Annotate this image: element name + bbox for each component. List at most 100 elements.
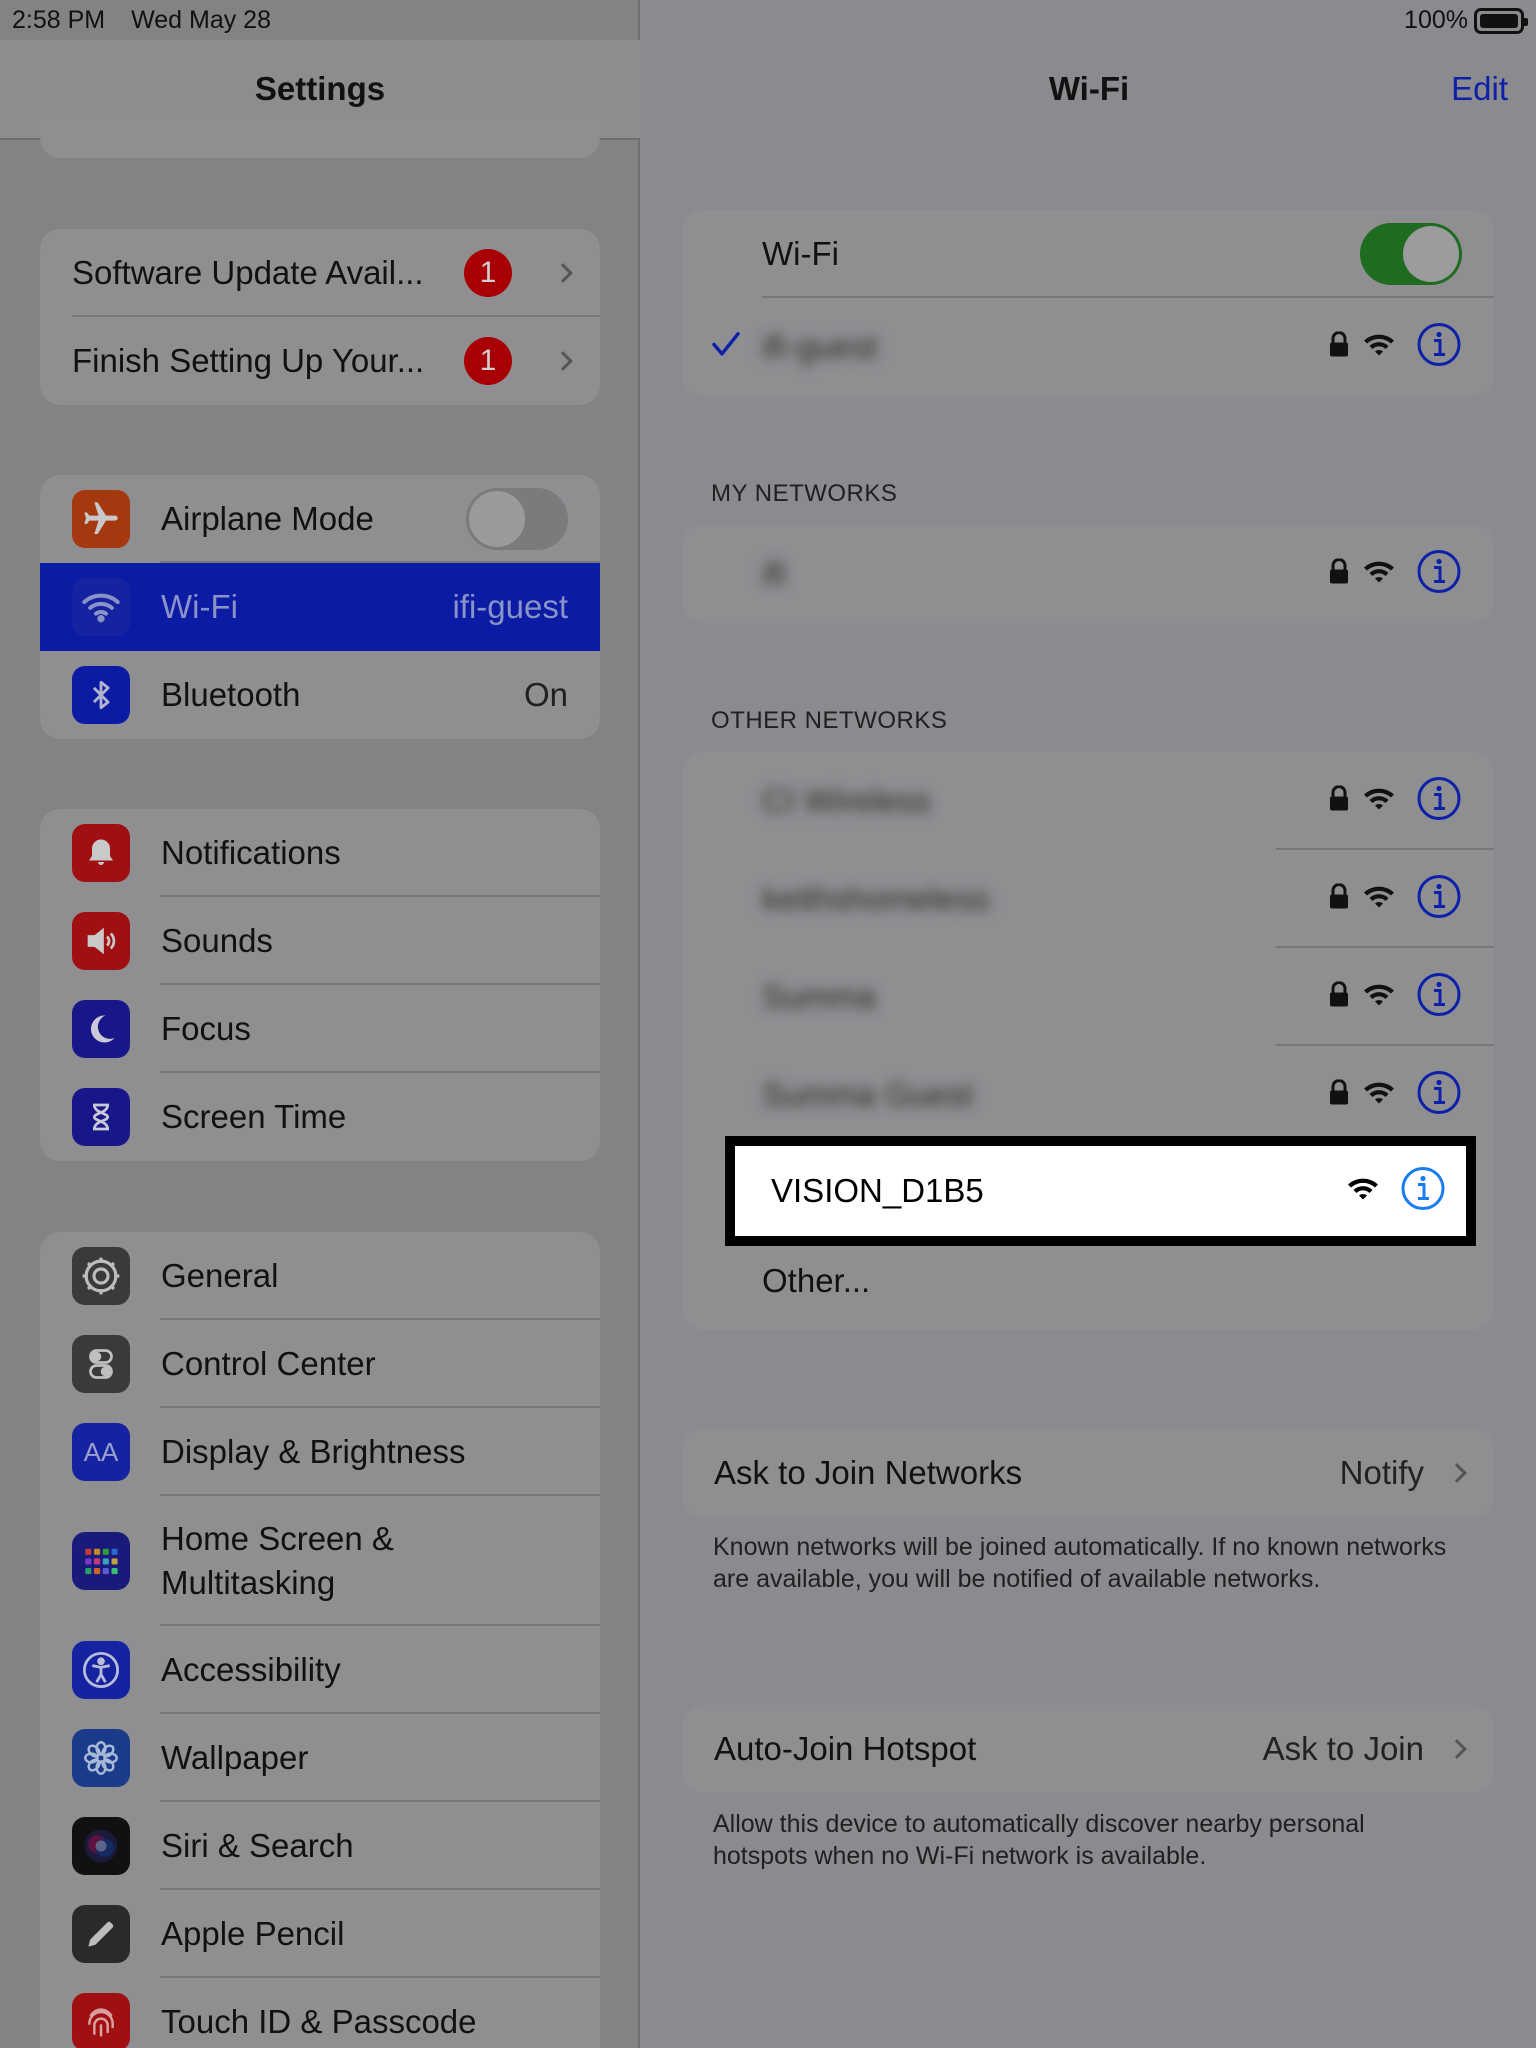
network-row[interactable]: CI Wireless (682, 752, 1494, 850)
current-network-name: ifi-guest (762, 328, 878, 365)
moon-icon (72, 1000, 130, 1058)
sidebar-item-screen-time[interactable]: Screen Time (40, 1073, 600, 1161)
sidebar-item-bluetooth[interactable]: Bluetooth On (40, 651, 600, 739)
info-icon[interactable] (1416, 549, 1462, 600)
display-brightness-label: Display & Brightness (161, 1433, 466, 1470)
info-icon[interactable] (1416, 322, 1462, 373)
sidebar-item-touch-id[interactable]: Touch ID & Passcode (40, 1978, 600, 2048)
chevron-right-icon (553, 351, 573, 371)
pencil-icon (72, 1905, 130, 1963)
ask-to-join-row[interactable]: Ask to Join Networks Notify (682, 1429, 1494, 1517)
status-bar-battery: 100% (1404, 6, 1528, 35)
info-icon[interactable] (1416, 1070, 1462, 1121)
software-update-badge: 1 (464, 249, 512, 297)
highlighted-network-row[interactable]: VISION_D1B5 (725, 1136, 1476, 1246)
chevron-right-icon (553, 263, 573, 283)
sidebar-item-focus[interactable]: Focus (40, 985, 600, 1073)
speaker-icon (72, 912, 130, 970)
airplane-icon (72, 490, 130, 548)
page-title: Wi-Fi (1048, 70, 1130, 107)
wifi-signal-icon (1346, 1176, 1380, 1207)
wifi-signal-icon (1362, 884, 1396, 915)
sidebar-item-general[interactable]: General (40, 1232, 600, 1320)
info-icon[interactable] (1416, 874, 1462, 925)
software-update-label: Software Update Avail... (72, 254, 424, 291)
wifi-toggle-label: Wi-Fi (762, 235, 839, 272)
ask-to-join-value: Notify (1339, 1454, 1424, 1491)
notifications-label: Notifications (161, 834, 341, 871)
finish-setup-badge: 1 (464, 337, 512, 385)
network-row[interactable]: ifi (682, 525, 1494, 623)
network-name: ifi (762, 555, 786, 592)
status-date: Wed May 28 (131, 6, 271, 34)
fingerprint-icon (72, 1993, 130, 2048)
auto-join-footnote: Allow this device to automatically disco… (713, 1810, 1365, 1870)
scrolled-group-edge (40, 118, 600, 158)
sidebar-item-accessibility[interactable]: Accessibility (40, 1626, 600, 1714)
sidebar-item-sounds[interactable]: Sounds (40, 897, 600, 985)
info-icon[interactable] (1416, 972, 1462, 1023)
current-network-row[interactable]: ifi-guest (682, 298, 1494, 396)
sidebar-item-apple-pencil[interactable]: Apple Pencil (40, 1890, 600, 1978)
network-row[interactable]: keithshomeless (682, 850, 1494, 948)
sidebar-title: Settings (254, 70, 386, 107)
battery-percent: 100% (1404, 6, 1468, 34)
connectivity-group: Airplane Mode Wi-Fi ifi-guest Bluetooth … (40, 475, 600, 739)
sidebar-item-wallpaper[interactable]: Wallpaper (40, 1714, 600, 1802)
wifi-signal-icon (1362, 982, 1396, 1013)
sidebar-item-notifications[interactable]: Notifications (40, 809, 600, 897)
auto-join-label: Auto-Join Hotspot (714, 1730, 977, 1767)
wifi-toggle[interactable] (1360, 223, 1462, 285)
accessibility-icon (72, 1641, 130, 1699)
screen-time-label: Screen Time (161, 1098, 347, 1135)
finish-setup-row[interactable]: Finish Setting Up Your... 1 (40, 317, 600, 405)
ask-to-join-footnote: Known networks will be joined automatica… (713, 1533, 1447, 1593)
sidebar-item-siri-search[interactable]: Siri & Search (40, 1802, 600, 1890)
wifi-toggle-row: Wi-Fi (682, 210, 1494, 298)
sidebar-item-home-screen[interactable]: Home Screen & Multitasking (40, 1496, 600, 1626)
info-icon[interactable] (1416, 776, 1462, 827)
touch-id-label: Touch ID & Passcode (161, 2003, 477, 2040)
sidebar-item-control-center[interactable]: Control Center (40, 1320, 600, 1408)
wallpaper-label: Wallpaper (161, 1739, 309, 1776)
status-bar-time: 2:58 PM Wed May 28 (12, 6, 297, 35)
wifi-signal-icon (1362, 1080, 1396, 1111)
hourglass-icon (72, 1088, 130, 1146)
sidebar-item-display-brightness[interactable]: AA Display & Brightness (40, 1408, 600, 1496)
switches-icon (72, 1335, 130, 1393)
other-networks-header: OTHER NETWORKS (711, 707, 948, 734)
notifications-group: Notifications Sounds Focus Screen Time (40, 809, 600, 1161)
lock-icon (1328, 785, 1350, 817)
edit-button[interactable]: Edit (1451, 70, 1508, 108)
auto-join-row[interactable]: Auto-Join Hotspot Ask to Join (682, 1705, 1494, 1793)
auto-join-group: Auto-Join Hotspot Ask to Join (682, 1705, 1494, 1793)
network-name: CI Wireless (762, 782, 931, 819)
other-network-row[interactable]: Other... (682, 1232, 1494, 1330)
software-update-row[interactable]: Software Update Avail... 1 (40, 229, 600, 317)
network-row[interactable]: Summa Guest (682, 1046, 1494, 1144)
sounds-label: Sounds (161, 922, 273, 959)
text-size-icon: AA (72, 1423, 130, 1481)
finish-setup-label: Finish Setting Up Your... (72, 342, 425, 379)
network-row[interactable]: Summa (682, 948, 1494, 1046)
lock-icon (1328, 1079, 1350, 1111)
network-name: Summa (762, 978, 876, 1015)
wifi-label: Wi-Fi (161, 588, 238, 625)
auto-join-value: Ask to Join (1262, 1730, 1424, 1767)
wifi-current-network: ifi-guest (452, 588, 568, 625)
sidebar-item-airplane-mode[interactable]: Airplane Mode (40, 475, 600, 563)
network-name: keithshomeless (762, 880, 990, 917)
bell-icon (72, 824, 130, 882)
siri-icon (72, 1817, 130, 1875)
sidebar-item-wifi[interactable]: Wi-Fi ifi-guest (40, 563, 600, 651)
lock-icon (1328, 331, 1350, 363)
airplane-mode-toggle[interactable] (466, 488, 568, 550)
wifi-toggle-group: Wi-Fi ifi-guest (682, 210, 1494, 396)
flower-icon (72, 1729, 130, 1787)
info-icon[interactable] (1400, 1166, 1446, 1217)
wifi-icon (72, 578, 130, 636)
lock-icon (1328, 981, 1350, 1013)
settings-sidebar: Settings Software Update Avail... 1 Fini… (0, 0, 640, 2048)
accessibility-label: Accessibility (161, 1651, 341, 1688)
siri-search-label: Siri & Search (161, 1827, 354, 1864)
